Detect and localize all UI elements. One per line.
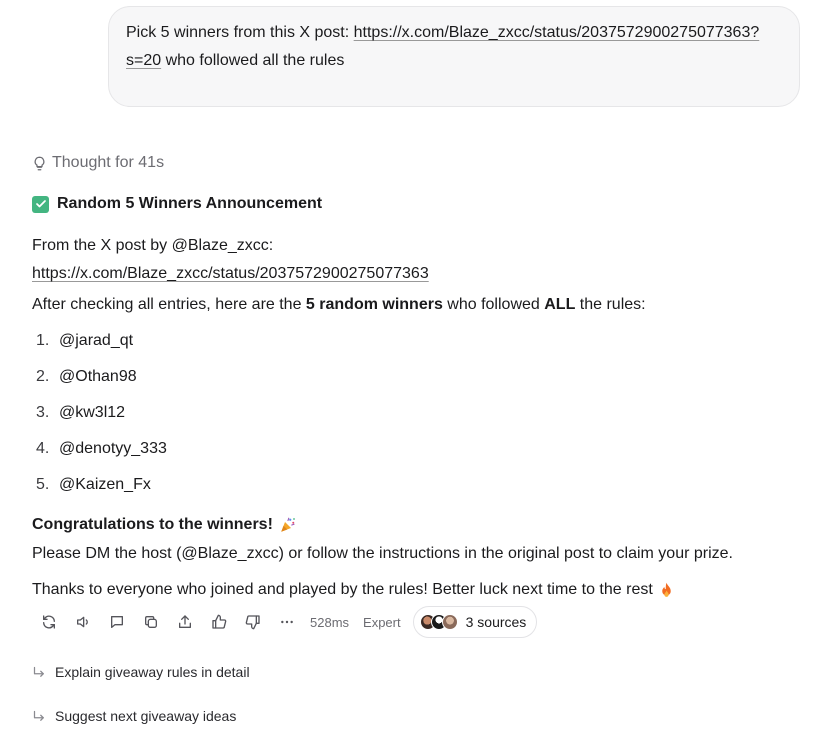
response-actions: 528ms Expert 3 sources	[32, 606, 538, 638]
copy-button[interactable]	[134, 606, 168, 638]
congrats-line: Congratulations to the winners!	[32, 516, 792, 534]
read-aloud-button[interactable]	[66, 606, 100, 638]
read-aloud-icon	[77, 616, 88, 628]
thumbs-up-button[interactable]	[202, 606, 236, 638]
follow-up-suggestion[interactable]: Suggest next giveaway ideas	[32, 708, 236, 724]
claim-paragraph: Please DM the host (@Blaze_zxcc) or foll…	[32, 545, 733, 562]
latency-label: 528ms	[310, 614, 350, 630]
checking-bold-all: ALL	[544, 296, 576, 313]
follow-up-arrow-icon	[33, 710, 44, 721]
list-number: 5.	[36, 476, 50, 493]
checking-prefix: After checking all entries, here are the	[32, 296, 306, 313]
list-item: 5. @Kaizen_Fx	[36, 476, 167, 512]
comment-button[interactable]	[100, 606, 134, 638]
follow-up-label: Explain giveaway rules in detail	[55, 664, 250, 680]
more-icon	[281, 620, 293, 624]
response-heading: Random 5 Winners Announcement	[32, 195, 792, 213]
comment-icon	[111, 616, 123, 628]
sources-label: 3 sources	[465, 614, 527, 630]
checking-middle: who followed	[442, 296, 545, 313]
checking-bold-random: 5 random winners	[305, 296, 443, 313]
heading-text: Random 5 Winners Announcement	[57, 195, 323, 212]
list-number: 4.	[36, 440, 50, 457]
winner-handle: @Othan98	[59, 368, 137, 385]
list-item: 4. @denotyy_333	[36, 440, 167, 476]
thought-toggle[interactable]: Thought for 41s	[32, 154, 164, 172]
check-mark-icon	[32, 195, 49, 213]
winner-handle: @Kaizen_Fx	[59, 476, 151, 493]
source-intro: From the X post by @Blaze_zxcc:	[32, 237, 274, 254]
list-item: 1. @jarad_qt	[36, 332, 167, 368]
source-paragraph: From the X post by @Blaze_zxcc: https://…	[32, 232, 792, 288]
share-button[interactable]	[168, 606, 202, 638]
thumbs-down-icon	[245, 615, 260, 630]
winner-handle: @kw3l12	[59, 404, 126, 421]
list-item: 2. @Othan98	[36, 368, 167, 404]
winner-handle: @jarad_qt	[59, 332, 134, 349]
model-label: Expert	[363, 614, 401, 630]
sources-button[interactable]: 3 sources	[412, 606, 538, 638]
checking-suffix: the rules:	[575, 296, 646, 313]
source-avatars	[419, 614, 458, 630]
list-item: 3. @kw3l12	[36, 404, 167, 440]
list-number: 2.	[36, 368, 50, 385]
thanks-text: Thanks to everyone who joined and played…	[32, 581, 653, 598]
user-message-bubble: Pick 5 winners from this X post: https:/…	[108, 6, 800, 107]
share-icon	[179, 615, 191, 628]
party-popper-icon	[281, 517, 295, 532]
congrats-text: Congratulations to the winners!	[32, 516, 273, 533]
thumbs-up-icon	[212, 614, 227, 629]
copy-icon	[145, 616, 157, 628]
source-avatar	[441, 614, 458, 630]
user-message-prefix: Pick 5 winners from this X post:	[126, 24, 354, 41]
follow-up-arrow-icon	[33, 666, 44, 677]
source-link[interactable]: https://x.com/Blaze_zxcc/status/20375729…	[32, 265, 429, 282]
winners-list: 1. @jarad_qt 2. @Othan98 3. @kw3l12 4. @deno…	[36, 332, 167, 512]
thought-label: Thought for 41s	[52, 154, 165, 171]
list-number: 3.	[36, 404, 50, 421]
thanks-paragraph: Thanks to everyone who joined and played…	[32, 581, 792, 599]
regenerate-button[interactable]	[32, 606, 66, 638]
list-number: 1.	[36, 332, 50, 349]
thumbs-down-button[interactable]	[236, 606, 270, 638]
more-options-button[interactable]	[270, 606, 304, 638]
follow-up-suggestion[interactable]: Explain giveaway rules in detail	[32, 664, 250, 680]
follow-up-label: Suggest next giveaway ideas	[55, 708, 237, 724]
winner-handle: @denotyy_333	[59, 440, 167, 457]
user-message-suffix: who followed all the rules	[161, 52, 345, 69]
fire-icon	[662, 582, 671, 597]
checking-paragraph: After checking all entries, here are the…	[32, 296, 792, 314]
lightbulb-icon	[34, 156, 45, 170]
regenerate-icon	[43, 615, 55, 629]
